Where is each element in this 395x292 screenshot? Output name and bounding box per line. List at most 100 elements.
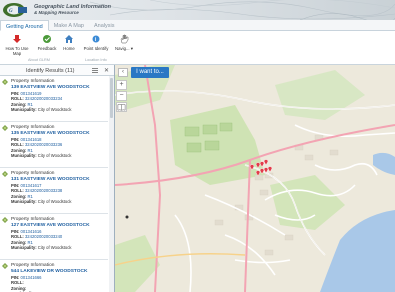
ribbon-toolbar: How To Use Map Feedback Home i Point Ide… <box>0 31 395 65</box>
point-identify-label: Point Identify <box>83 46 109 51</box>
result-municipality: Municipality: City of Woodstock <box>11 153 71 158</box>
map-view[interactable] <box>115 65 395 292</box>
zoning-value: R1 <box>27 239 33 245</box>
pin-label: PIN: <box>11 90 20 96</box>
municipality-value: City of Woodstock <box>37 199 72 204</box>
result-pin: PIN: 001341618 <box>11 137 42 142</box>
home-icon <box>65 35 73 43</box>
navigate-label: Navig... <box>115 46 130 51</box>
zoning-label: Zoning: <box>11 285 27 291</box>
municipality-label: Municipality: <box>11 153 37 158</box>
zoom-out-button[interactable]: − <box>116 91 127 101</box>
app-banner: G Geographic Land Information & Mapping … <box>0 0 395 20</box>
bookmark-button[interactable] <box>116 102 127 112</box>
pin-value: 001341619 <box>20 90 42 96</box>
municipality-value: City of Woodstock <box>37 245 72 250</box>
result-type: Property Information <box>11 125 55 130</box>
result-item[interactable]: Property Information 127 EASTVIEW AVE WOO… <box>0 214 108 260</box>
municipality-label: Municipality: <box>11 107 37 112</box>
tab-analysis[interactable]: Analysis <box>89 20 119 31</box>
pin-label: PIN: <box>11 182 20 188</box>
result-roll: ROLL: <box>11 280 24 285</box>
result-address[interactable]: 127 EASTVIEW AVE WOODSTOCK <box>11 223 90 228</box>
result-roll: ROLL: 3242020020033240 <box>11 234 62 239</box>
chevron-down-icon: ▾ <box>130 46 133 51</box>
result-roll: ROLL: 3242020020033234 <box>11 96 62 101</box>
municipality-value: City of Woodstock <box>37 153 72 158</box>
collapse-panel-button[interactable]: ‹ <box>118 68 128 77</box>
result-type: Property Information <box>11 171 55 176</box>
map-canvas[interactable] <box>115 65 395 292</box>
zoom-in-button[interactable]: + <box>116 80 127 90</box>
result-zoning: Zoning: <box>11 286 26 291</box>
feedback-icon <box>43 35 51 43</box>
tab-getting-around[interactable]: Getting Around <box>0 20 49 31</box>
zoning-label: Zoning: <box>11 147 27 153</box>
how-to-use-map-label: How To Use Map <box>5 46 29 56</box>
results-scrollbar-thumb[interactable] <box>110 78 113 118</box>
property-icon <box>2 263 8 269</box>
roll-label: ROLL: <box>11 188 24 193</box>
banner-title: Geographic Land Information & Mapping Re… <box>34 4 111 16</box>
result-zoning: Zoning: R1 <box>11 194 33 199</box>
result-item[interactable]: Property Information 139 EASTVIEW AVE WOO… <box>0 76 108 122</box>
zoning-value: R1 <box>27 193 33 199</box>
point-identify-button[interactable]: i Point Identify <box>83 34 109 51</box>
result-roll: ROLL: 3242020020033238 <box>11 188 62 193</box>
pin-label: PIN: <box>11 228 20 234</box>
result-pin: PIN: 001341616 <box>11 229 42 234</box>
result-zoning: Zoning: R1 <box>11 102 33 107</box>
roll-label: ROLL: <box>11 280 24 285</box>
pin-value: 001341666 <box>20 274 42 280</box>
zoning-value: R1 <box>27 101 33 107</box>
arrow-down-icon <box>13 35 21 43</box>
property-icon <box>2 125 8 131</box>
feedback-label: Feedback <box>37 46 57 51</box>
roll-value: 3242020020033236 <box>24 142 63 147</box>
banner-title-line2: & Mapping Resource <box>34 10 79 15</box>
result-pin: PIN: 001341666 <box>11 275 42 280</box>
home-button[interactable]: Home <box>61 34 77 51</box>
result-item[interactable]: Property Information 131 EASTVIEW AVE WOO… <box>0 168 108 214</box>
property-icon <box>2 79 8 85</box>
ribbon-group-about-label: About GLRM <box>28 58 50 62</box>
tab-make-a-map[interactable]: Make A Map <box>49 20 89 31</box>
navigate-dropdown[interactable]: Navig... ▾ <box>113 34 135 51</box>
pin-label: PIN: <box>11 136 20 142</box>
roll-label: ROLL: <box>11 142 24 147</box>
zoning-value: R1 <box>27 147 33 153</box>
result-municipality: Municipality: City of Woodstock <box>11 245 71 250</box>
panel-title: Identify Results (11) <box>26 67 75 74</box>
result-type: Property Information <box>11 263 55 268</box>
municipality-value: City of Woodstock <box>37 107 72 112</box>
result-item[interactable]: Property Information 135 EASTVIEW AVE WOO… <box>0 122 108 168</box>
glrm-logo: G <box>3 3 27 17</box>
roll-value: 3242020020033240 <box>24 234 63 239</box>
pin-value: 001341618 <box>20 136 42 142</box>
result-municipality: Municipality: City of Woodstock <box>11 107 71 112</box>
home-label: Home <box>63 46 75 51</box>
result-pin: PIN: 001341619 <box>11 91 42 96</box>
pin-label: PIN: <box>11 274 20 280</box>
result-address[interactable]: 544 LAKEVIEW DR WOODSTOCK <box>11 269 87 274</box>
property-icon <box>2 217 8 223</box>
results-list: Property Information 139 EASTVIEW AVE WOO… <box>0 76 108 292</box>
ribbon-tabs: Getting Around Make A Map Analysis <box>0 20 395 31</box>
result-type: Property Information <box>11 217 55 222</box>
list-icon[interactable] <box>92 68 98 73</box>
result-address[interactable]: 131 EASTVIEW AVE WOODSTOCK <box>11 177 90 182</box>
pin-value: 001341617 <box>20 182 42 188</box>
result-address[interactable]: 135 EASTVIEW AVE WOODSTOCK <box>11 131 90 136</box>
close-icon[interactable]: ✕ <box>104 67 109 74</box>
result-item[interactable]: Property Information 544 LAKEVIEW DR WOOD… <box>0 260 108 292</box>
result-municipality: Municipality: City of Woodstock <box>11 199 71 204</box>
result-zoning: Zoning: R1 <box>11 240 33 245</box>
roll-label: ROLL: <box>11 234 24 239</box>
i-want-to-button[interactable]: I want to... <box>131 67 169 78</box>
result-address[interactable]: 139 EASTVIEW AVE WOODSTOCK <box>11 85 90 90</box>
zoning-label: Zoning: <box>11 101 27 107</box>
how-to-use-map-button[interactable]: How To Use Map <box>4 34 30 56</box>
feedback-button[interactable]: Feedback <box>36 34 58 51</box>
municipality-label: Municipality: <box>11 199 37 204</box>
zoning-label: Zoning: <box>11 193 27 199</box>
